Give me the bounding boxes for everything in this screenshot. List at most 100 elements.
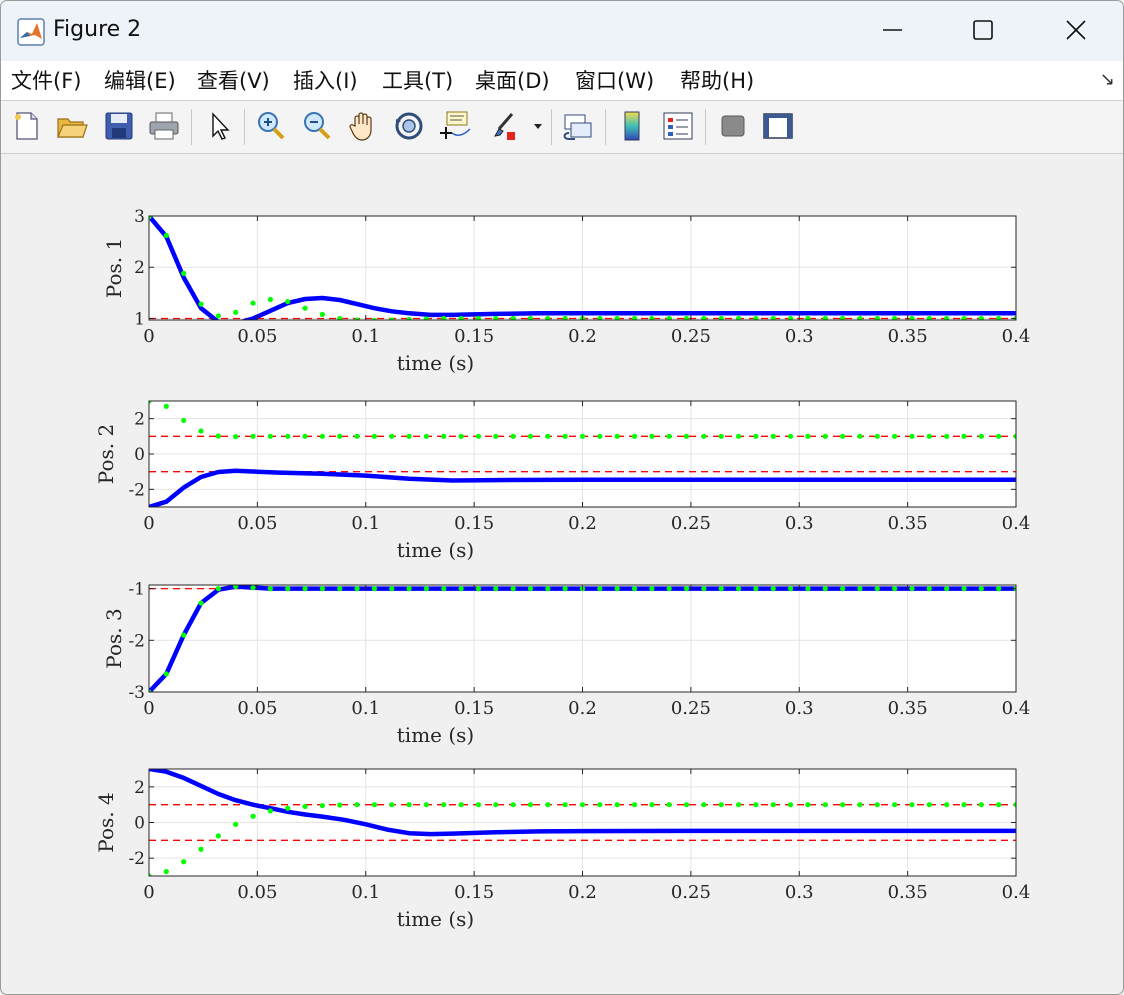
link-plot-icon[interactable] bbox=[561, 109, 595, 143]
reference-point bbox=[666, 802, 672, 808]
reference-point bbox=[978, 433, 984, 439]
reference-point bbox=[441, 802, 447, 808]
x-tick-label: 0.3 bbox=[785, 326, 814, 347]
colorbar-icon[interactable] bbox=[616, 109, 650, 143]
reference-point bbox=[163, 232, 169, 239]
pan-hand-icon[interactable] bbox=[346, 109, 380, 143]
menu-window[interactable]: 窗口(W) bbox=[575, 65, 654, 95]
reference-point bbox=[735, 586, 742, 592]
menu-edit[interactable]: 编辑(E) bbox=[104, 65, 176, 95]
maximize-button[interactable] bbox=[937, 1, 1029, 61]
reference-point bbox=[233, 821, 239, 827]
x-tick-label: 0 bbox=[143, 513, 154, 534]
reference-point bbox=[978, 586, 984, 592]
reference-point bbox=[406, 316, 412, 320]
reference-point bbox=[545, 802, 551, 808]
y-tick-label: 1 bbox=[134, 309, 145, 329]
figure-window: Figure 2 文件(F) 编辑(E) 查看(V) 插入(I) 工具(T) 桌… bbox=[0, 0, 1124, 995]
menu-desktop[interactable]: 桌面(D) bbox=[475, 65, 550, 95]
reference-point bbox=[701, 802, 707, 808]
reference-point bbox=[198, 846, 204, 852]
brush-icon[interactable] bbox=[486, 109, 520, 143]
reference-point bbox=[857, 586, 863, 592]
legend-icon[interactable] bbox=[661, 109, 695, 143]
reference-point bbox=[753, 802, 759, 808]
reference-point bbox=[406, 802, 412, 808]
dock-arrow-icon[interactable]: ↘ bbox=[1100, 69, 1115, 90]
toolbar bbox=[1, 101, 1123, 154]
reference-point bbox=[233, 309, 239, 315]
reference-point bbox=[666, 586, 672, 592]
reference-point bbox=[510, 433, 516, 439]
y-tick-label: 0 bbox=[134, 445, 145, 465]
reference-point bbox=[631, 586, 638, 592]
brush-dropdown-icon[interactable] bbox=[529, 109, 547, 143]
reference-point bbox=[371, 802, 378, 808]
menu-insert[interactable]: 插入(I) bbox=[293, 65, 358, 95]
reference-point bbox=[181, 859, 187, 865]
x-axis-label: time (s) bbox=[397, 907, 474, 931]
reference-point bbox=[337, 586, 343, 592]
y-tick-label: -2 bbox=[128, 631, 145, 651]
reference-point bbox=[666, 433, 672, 439]
reference-point bbox=[510, 802, 516, 808]
x-tick-label: 0.2 bbox=[568, 882, 597, 903]
reference-point bbox=[215, 433, 221, 439]
reference-point bbox=[267, 296, 273, 303]
toolbar-separator bbox=[605, 109, 606, 145]
reference-point bbox=[631, 802, 638, 808]
reference-point bbox=[805, 433, 811, 439]
show-plot-tools-icon[interactable] bbox=[761, 109, 795, 143]
reference-point bbox=[441, 433, 447, 439]
x-tick-label: 0.15 bbox=[454, 698, 494, 719]
reference-point bbox=[371, 433, 378, 439]
menu-view[interactable]: 查看(V) bbox=[197, 65, 270, 95]
reference-point bbox=[163, 868, 169, 875]
reference-point bbox=[701, 433, 707, 439]
menu-file[interactable]: 文件(F) bbox=[11, 65, 81, 95]
reference-point bbox=[423, 316, 430, 320]
reference-point bbox=[579, 433, 586, 439]
reference-point bbox=[892, 586, 898, 592]
open-file-icon[interactable] bbox=[55, 109, 89, 143]
reference-point bbox=[406, 586, 412, 592]
reference-point bbox=[926, 586, 932, 592]
subplot-1: 0 0.05 0.1 0.15 0.2 0.25 0.3 0.35 0.4123time (s)… bbox=[102, 207, 1030, 375]
reference-point bbox=[510, 586, 516, 592]
x-axis-label: time (s) bbox=[397, 538, 474, 562]
reference-point bbox=[614, 802, 620, 808]
reference-point bbox=[822, 433, 828, 439]
reference-point bbox=[337, 802, 343, 808]
print-icon[interactable] bbox=[147, 109, 181, 143]
close-button[interactable] bbox=[1029, 1, 1121, 61]
reference-point bbox=[770, 802, 776, 808]
x-tick-label: 0.4 bbox=[1002, 513, 1031, 534]
reference-point bbox=[787, 802, 794, 808]
x-tick-label: 0.35 bbox=[888, 326, 928, 347]
subplot-3: 0 0.05 0.1 0.15 0.2 0.25 0.3 0.35 0.4-1-2-3time … bbox=[102, 580, 1030, 747]
save-icon[interactable] bbox=[102, 109, 136, 143]
x-tick-label: 0 bbox=[143, 882, 154, 903]
x-tick-label: 0.15 bbox=[454, 326, 494, 347]
rotate-3d-icon[interactable] bbox=[392, 109, 426, 143]
zoom-out-icon[interactable] bbox=[300, 109, 334, 143]
reference-point bbox=[840, 586, 846, 592]
menu-help[interactable]: 帮助(H) bbox=[680, 65, 754, 95]
minimize-button[interactable] bbox=[845, 1, 937, 61]
toolbar-separator bbox=[705, 109, 706, 145]
y-axis-label: Pos. 1 bbox=[102, 238, 126, 298]
edit-plot-arrow-icon[interactable] bbox=[203, 109, 237, 143]
reference-point bbox=[527, 433, 534, 439]
new-figure-icon[interactable] bbox=[10, 109, 44, 143]
reference-point bbox=[475, 802, 482, 808]
zoom-in-icon[interactable] bbox=[254, 109, 288, 143]
reference-point bbox=[423, 586, 430, 592]
y-axis-label: Pos. 4 bbox=[94, 792, 118, 852]
data-cursor-icon[interactable] bbox=[438, 109, 472, 143]
reference-point bbox=[892, 802, 898, 808]
menu-tools[interactable]: 工具(T) bbox=[382, 65, 453, 95]
hide-plot-tools-icon[interactable] bbox=[716, 109, 750, 143]
x-tick-label: 0.3 bbox=[785, 882, 814, 903]
reference-point bbox=[527, 802, 534, 808]
x-tick-label: 0.1 bbox=[351, 698, 380, 719]
